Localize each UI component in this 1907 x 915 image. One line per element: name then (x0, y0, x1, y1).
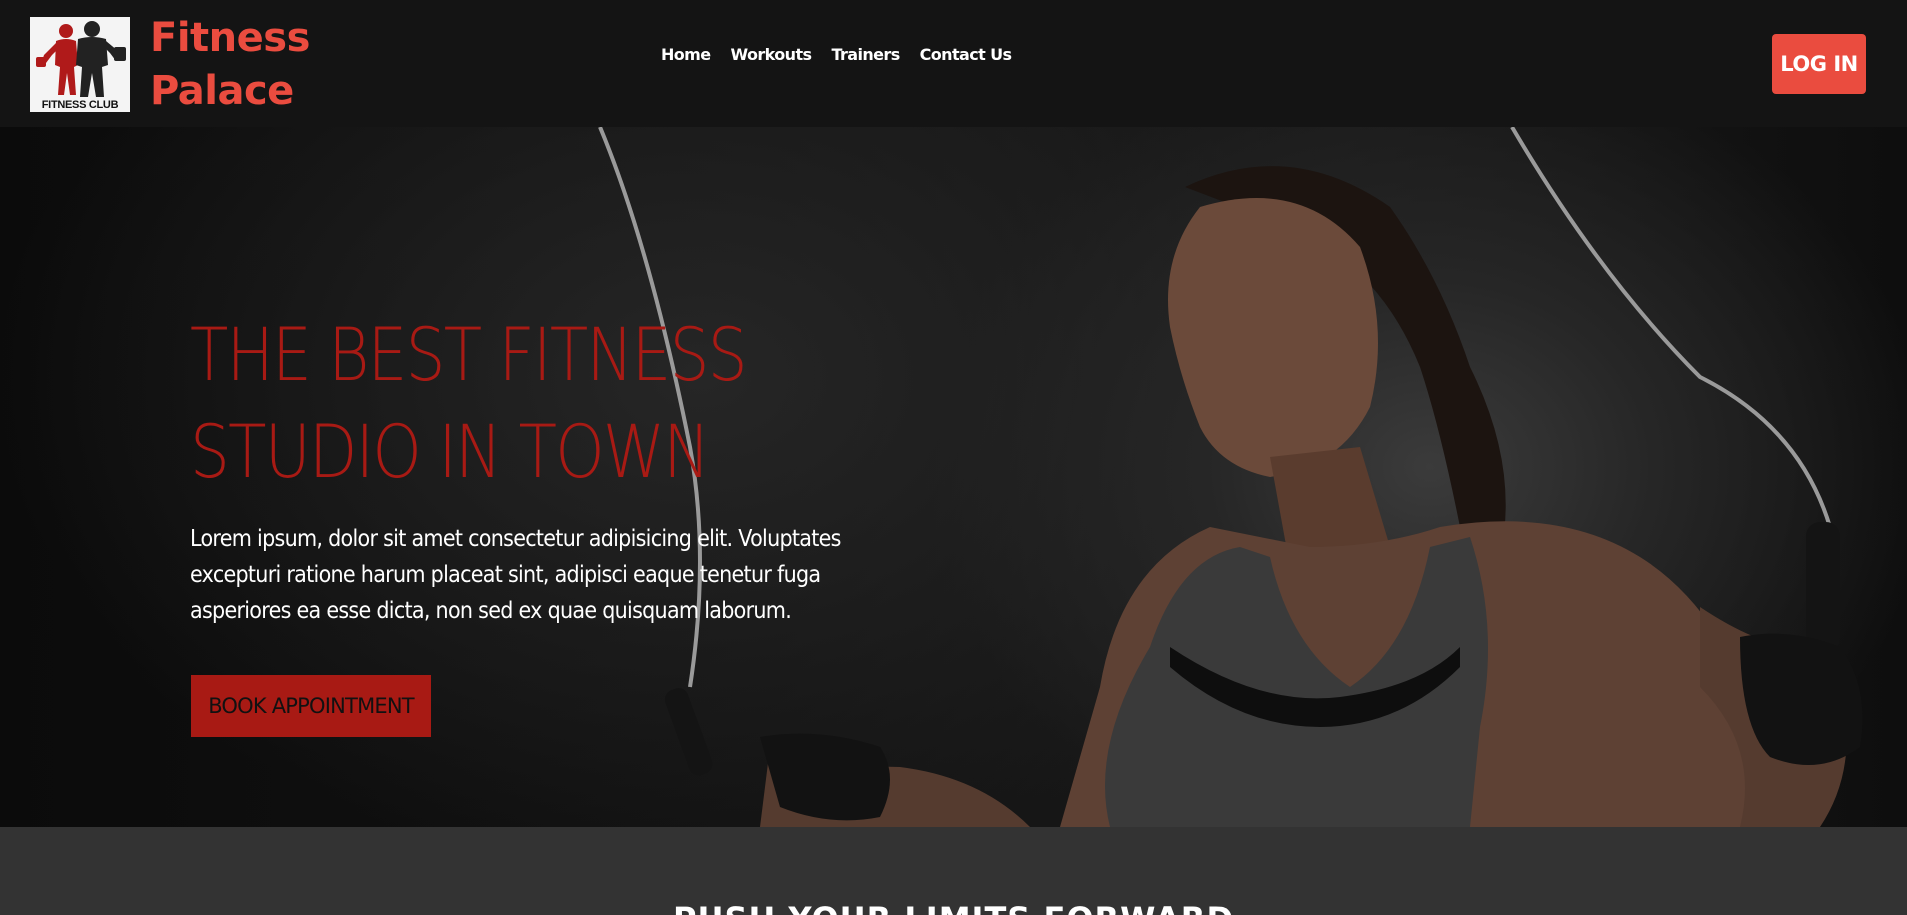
hero-title: THE BEST FITNESS STUDIO IN TOWN (190, 307, 748, 501)
brand-name[interactable]: Fitness Palace (150, 12, 310, 118)
hero-description: Lorem ipsum, dolor sit amet consectetur … (190, 526, 841, 624)
book-appointment-button[interactable]: BOOK APPOINTMENT (191, 675, 431, 737)
hero-title-line-1: THE BEST FITNESS (190, 313, 748, 398)
fitness-club-logo-icon[interactable]: FITNESS CLUB (30, 17, 130, 112)
logo-graphic (30, 17, 130, 112)
site-header: FITNESS CLUB Fitness Palace Home Workout… (0, 0, 1907, 127)
section-title: PUSH YOUR LIMITS FORWARD (0, 899, 1907, 915)
brand-line-2: Palace (150, 68, 294, 114)
nav-trainers[interactable]: Trainers (831, 45, 900, 64)
hero-section: THE BEST FITNESS STUDIO IN TOWN Lorem ip… (0, 127, 1907, 827)
logo-caption: FITNESS CLUB (41, 99, 119, 111)
push-limits-section: PUSH YOUR LIMITS FORWARD (0, 827, 1907, 915)
nav-contact-us[interactable]: Contact Us (920, 45, 1012, 64)
hero-title-line-2: STUDIO IN TOWN (190, 410, 710, 495)
main-nav: Home Workouts Trainers Contact Us (661, 45, 1012, 64)
login-button[interactable]: LOG IN (1772, 34, 1866, 94)
nav-workouts[interactable]: Workouts (731, 45, 813, 64)
page: FITNESS CLUB Fitness Palace Home Workout… (0, 0, 1907, 915)
brand-line-1: Fitness (150, 15, 310, 61)
nav-home[interactable]: Home (661, 45, 711, 64)
